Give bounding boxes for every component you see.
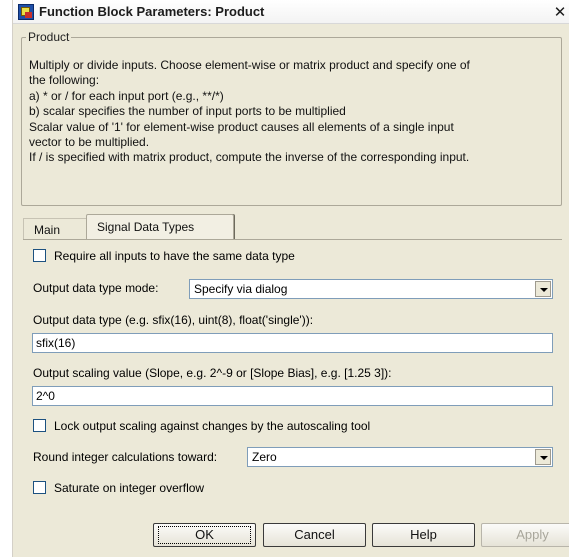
ok-button-label: OK	[158, 526, 251, 544]
ok-button[interactable]: OK	[153, 523, 256, 547]
output-mode-value: Specify via dialog	[194, 282, 288, 296]
chevron-down-icon[interactable]	[535, 281, 551, 297]
round-label: Round integer calculations toward:	[33, 450, 218, 464]
product-description-group: Product Multiply or divide inputs. Choos…	[21, 30, 562, 206]
chevron-down-icon[interactable]	[535, 449, 551, 465]
apply-button[interactable]: Apply	[481, 523, 569, 547]
simulink-block-icon	[18, 4, 34, 20]
lock-scaling-row[interactable]: Lock output scaling against changes by t…	[33, 419, 370, 433]
lock-scaling-checkbox[interactable]	[33, 419, 46, 432]
tab-main[interactable]: Main	[23, 218, 87, 240]
title-bar[interactable]: Function Block Parameters: Product ✕	[13, 0, 569, 24]
description-line: a) * or / for each input port (e.g., **/…	[29, 88, 224, 103]
close-icon[interactable]: ✕	[550, 2, 569, 22]
description-line: Multiply or divide inputs. Choose elemen…	[29, 58, 470, 72]
block-description: Multiply or divide inputs. Choose elemen…	[29, 58, 554, 166]
output-scaling-field[interactable]: 2^0	[32, 386, 553, 406]
output-mode-dropdown[interactable]: Specify via dialog	[189, 279, 553, 299]
require-same-type-checkbox[interactable]	[33, 249, 46, 262]
description-line: vector to be multiplied.	[29, 135, 150, 150]
cancel-button[interactable]: Cancel	[263, 523, 366, 547]
description-line: Scalar value of '1' for element-wise pro…	[29, 119, 454, 134]
saturate-label: Saturate on integer overflow	[54, 481, 205, 495]
description-line: the following:	[29, 73, 100, 88]
button-bar: OK Cancel Help Apply	[13, 519, 569, 553]
description-line: If / is specified with matrix product, c…	[29, 150, 470, 165]
tab-signal-data-types[interactable]: Signal Data Types	[86, 214, 234, 240]
saturate-row[interactable]: Saturate on integer overflow	[33, 481, 204, 495]
saturate-checkbox[interactable]	[33, 481, 46, 494]
signal-data-types-panel: Require all inputs to have the same data…	[23, 239, 562, 509]
output-mode-label: Output data type mode:	[33, 281, 159, 295]
output-scaling-label: Output scaling value (Slope, e.g. 2^-9 o…	[33, 366, 392, 380]
round-value: Zero	[252, 450, 277, 464]
require-same-type-row[interactable]: Require all inputs to have the same data…	[33, 249, 295, 263]
require-same-type-label: Require all inputs to have the same data…	[54, 249, 295, 263]
lock-scaling-label: Lock output scaling against changes by t…	[54, 419, 371, 433]
round-dropdown[interactable]: Zero	[247, 447, 553, 467]
group-label: Product	[28, 30, 70, 44]
window-title: Function Block Parameters: Product	[39, 4, 265, 19]
description-line: b) scalar specifies the number of input …	[29, 104, 346, 119]
tab-strip: Main Signal Data Types	[23, 214, 562, 240]
output-type-label: Output data type (e.g. sfix(16), uint(8)…	[33, 313, 314, 327]
output-type-field[interactable]: sfix(16)	[32, 333, 553, 353]
help-button[interactable]: Help	[372, 523, 475, 547]
dialog-window: Function Block Parameters: Product ✕ Pro…	[12, 0, 569, 557]
